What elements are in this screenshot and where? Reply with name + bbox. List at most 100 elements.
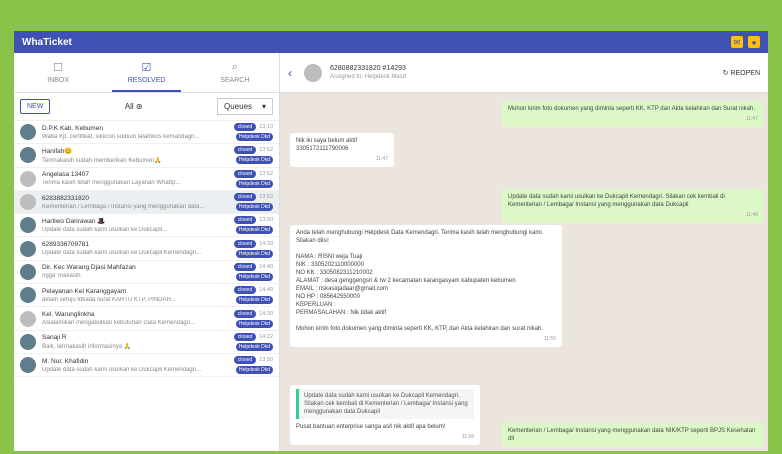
contact-info[interactable]: 6280882331820 #14293 Assigned to: Helpde… [330, 65, 723, 80]
avatar [20, 240, 36, 257]
ticket-info: Sanaji R Baik, termakasih informasinya 🙏 [42, 334, 230, 350]
message-text: Pusat bantuan enterprise sanga asit nik … [296, 424, 446, 430]
avatar [20, 194, 36, 211]
ticket-time: 14:40 [259, 287, 273, 294]
ticket-meta: closed 14:30 Helpdesk Dkd [233, 309, 273, 328]
ticket-item[interactable]: 6283882331820 Kementerian / Lembaga / In… [14, 190, 279, 215]
ticket-info: Pelayanan Kel Karanggayam aktain setuju … [42, 288, 230, 303]
queues-select[interactable]: Queues ▾ [217, 98, 273, 115]
tab-inbox[interactable]: ☐ INBOX [14, 53, 102, 92]
message-text: Kementerian / Lembaga/ Instansi yang men… [508, 428, 756, 442]
ticket-item[interactable]: D.P.K Kab. Kebumen Waba Kp. certifikat, … [14, 121, 279, 145]
ticket-time: 13:52 [259, 170, 273, 177]
ticket-last-message: Aslalamikan mengabulkan kebutuhan Data K… [42, 320, 196, 327]
back-arrow-icon[interactable]: ‹ [288, 66, 292, 80]
queue-badge: Helpdesk Dkd [235, 156, 273, 165]
avatar [20, 357, 36, 374]
message-text: Anda telah menghubungi Helpdesk Data Kem… [296, 230, 544, 332]
ticket-time: 14:33 [259, 240, 273, 247]
message-time: 11:47 [375, 156, 388, 162]
status-badge: closed [233, 123, 257, 132]
filter-bar: NEW All ⊛ Queues ▾ [14, 93, 279, 121]
ticket-name: Sanaji R [42, 333, 67, 341]
ticket-time: 14:30 [259, 310, 273, 317]
ticket-info: D.P.K Kab. Kebumen Waba Kp. certifikat, … [42, 125, 230, 140]
ticket-name: Angelasa 13407 [42, 171, 89, 179]
status-badge: closed [233, 169, 257, 178]
ticket-item[interactable]: 6289336709781 Update data sudah kami usu… [14, 237, 279, 261]
messages-area[interactable]: Mohon kirim foto dokumen yang diminta se… [280, 93, 768, 451]
chevron-down-icon: ▾ [261, 102, 266, 111]
avatar [20, 333, 36, 350]
ticket-info: Angelasa 13407 Terima kasih telah menggu… [42, 171, 230, 186]
ticket-item[interactable]: Pelayanan Kel Karanggayam aktain setuju … [14, 284, 279, 308]
ticket-item[interactable]: Hanifah😊 Terimakasih sudah memberikan Ke… [14, 144, 279, 168]
queue-badge: Helpdesk Dkd [235, 272, 273, 281]
ticket-name: 6289336709781 [42, 241, 89, 249]
tabs: ☐ INBOX ☑ RESOLVED ⌕ SEARCH [14, 53, 279, 93]
ticket-item[interactable]: Hartiwo Darirawan 🎩 Update data sudah ka… [14, 214, 279, 238]
ticket-time: 14:22 [259, 333, 273, 340]
ticket-meta: closed 13:50 Helpdesk Dkd [233, 356, 273, 375]
avatar [20, 147, 36, 164]
avatar [20, 217, 36, 234]
ticket-name: Dir. Kec Warang Djasi Mahfazan [42, 264, 136, 272]
avatar [20, 170, 36, 187]
ticket-info: Hartiwo Darirawan 🎩 Update data sudah ka… [42, 217, 230, 233]
message-text: Nik iki saya belum aktif 330517211179000… [296, 138, 358, 152]
inbox-icon: ☐ [53, 62, 64, 74]
ticket-info: Hanifah😊 Terimakasih sudah memberikan Ke… [42, 147, 230, 164]
queue-badge: Helpdesk Dkd [235, 366, 273, 375]
queue-badge: Helpdesk Dkd [235, 133, 273, 142]
ticket-last-message: Kementerian / Lembaga / Instansi yang me… [42, 203, 205, 210]
ticket-item[interactable]: Dir. Kec Warang Djasi Mahfazan ngga' mak… [14, 261, 279, 285]
tab-resolved[interactable]: ☑ RESOLVED [102, 53, 190, 92]
chat-panel: ‹ 6280882331820 #14293 Assigned to: Help… [280, 53, 768, 451]
ticket-last-message: Terimakasih sudah memberikan Kebumen🙏 [42, 157, 162, 164]
check-box-icon: ☑ [141, 62, 152, 74]
reopen-icon: ↻ [722, 69, 729, 77]
queue-badge: Helpdesk Dkd [235, 203, 273, 212]
tab-label: SEARCH [220, 77, 250, 84]
ticket-last-message: Waba Kp. certifikat, silikcun sudkun lal… [42, 133, 200, 140]
ticket-name: D.P.K Kab. Kebumen [42, 124, 103, 132]
ticket-meta: closed 13:10 Helpdesk Dkd [233, 123, 273, 142]
ticket-last-message: Terima kasih telah menggunakan Layanan W… [42, 180, 181, 187]
ticket-item[interactable]: Angelasa 13407 Terima kasih telah menggu… [14, 168, 279, 191]
ticket-name: Hartiwo Darirawan 🎩 [42, 218, 106, 226]
status-badge: closed [233, 332, 257, 341]
ticket-item[interactable]: M. Nur. Khafidin Update data sudah kami … [14, 354, 279, 378]
status-badge: closed [233, 146, 257, 155]
contact-avatar [304, 63, 322, 82]
search-icon: ⌕ [231, 61, 238, 73]
ticket-meta: closed 13:52 Helpdesk Dkd [233, 146, 273, 165]
ticket-item[interactable]: Sanaji R Baik, termakasih informasinya 🙏… [14, 331, 279, 354]
notification-icon[interactable]: ✉ [731, 36, 743, 48]
ticket-meta: closed 13:52 Helpdesk Dkd [233, 169, 273, 188]
status-badge: closed [233, 356, 257, 365]
ticket-time: 13:50 [259, 217, 273, 224]
ticket-time: 13:10 [259, 124, 273, 131]
reopen-button[interactable]: ↻ REOPEN [723, 69, 760, 77]
ticket-last-message: Update data sudah kami usulkan ke Dukcap… [42, 227, 168, 234]
ticket-time: 13:52 [259, 147, 273, 154]
tab-label: INBOX [47, 77, 70, 84]
incoming-message: Anda telah menghubungi Helpdesk Data Kem… [290, 225, 562, 347]
account-icon[interactable]: ● [748, 36, 760, 48]
avatar [20, 287, 36, 304]
ticket-info: Dir. Kec Warang Djasi Mahfazan ngga' mak… [42, 264, 230, 279]
ticket-time: 14:40 [259, 263, 273, 270]
ticket-name: Kel. Warunglinkha [42, 311, 95, 319]
show-all-toggle[interactable]: All ⊛ [56, 102, 211, 111]
new-ticket-button[interactable]: NEW [20, 99, 51, 114]
tab-search[interactable]: ⌕ SEARCH [191, 53, 279, 92]
avatar [20, 263, 36, 280]
incoming-message: Update data sudah kami usulkan ke Dukcap… [290, 385, 480, 445]
status-badge: closed [233, 262, 257, 271]
ticket-name: Pelayanan Kel Karanggayam [42, 287, 127, 295]
ticket-info: 6289336709781 Update data sudah kami usu… [42, 241, 230, 256]
ticket-meta: closed 13:52 Helpdesk Dkd [233, 193, 273, 212]
app-window: WhaTicket ✉ ● ☐ INBOX ☑ RESOLVED ⌕ SEARC… [14, 31, 768, 451]
ticket-item[interactable]: Kel. Warunglinkha Aslalamikan mengabulka… [14, 307, 279, 331]
ticket-time: 13:52 [259, 194, 273, 201]
